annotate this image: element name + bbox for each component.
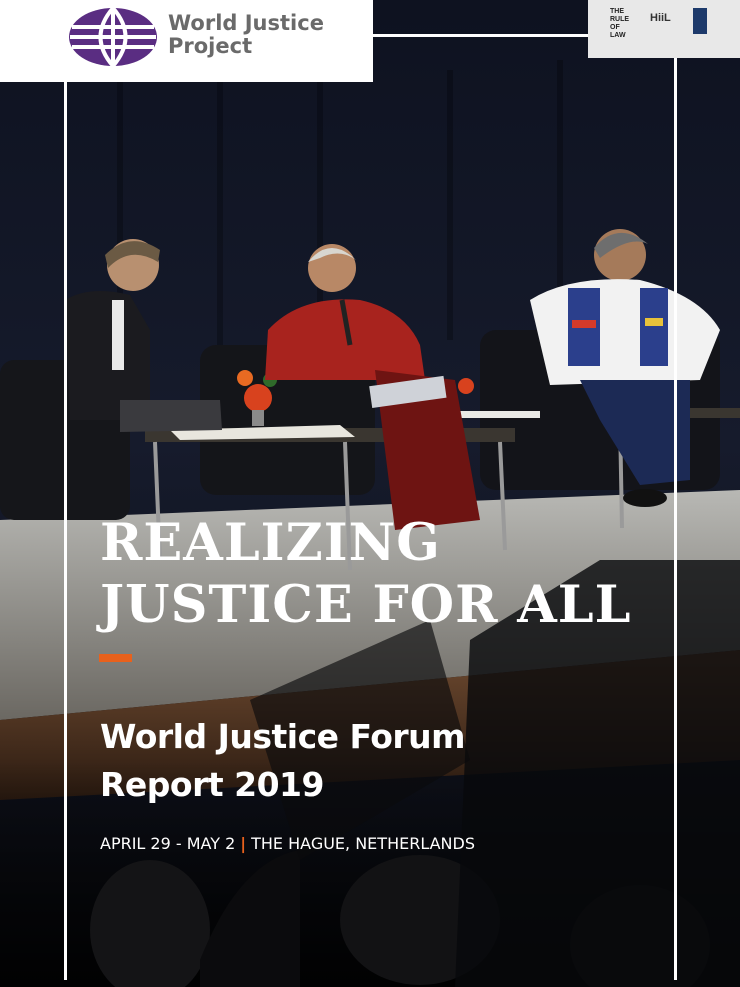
logo-box: World Justice Project	[0, 0, 373, 82]
report-subtitle: World Justice Forum Report 2019	[100, 713, 466, 809]
sponsor-text-1: THE RULE OF LAW	[610, 8, 630, 39]
logo-wordmark: World Justice Project	[168, 12, 324, 58]
dateline-separator: |	[240, 834, 247, 853]
headline: REALIZING JUSTICE FOR ALL	[100, 512, 632, 636]
subtitle-line-1: World Justice Forum	[100, 717, 466, 756]
sponsor-text-2: HiiL	[650, 12, 671, 24]
subtitle-line-2: Report 2019	[100, 765, 324, 804]
logo-line-1: World Justice	[168, 11, 324, 35]
logo-line-2: Project	[168, 34, 253, 58]
accent-bar	[99, 654, 132, 662]
sponsor-board: THE RULE OF LAW HiiL	[588, 0, 740, 58]
event-dates: APRIL 29 - MAY 2	[100, 834, 236, 853]
headline-line-1: REALIZING	[100, 513, 441, 573]
event-dateline: APRIL 29 - MAY 2 | THE HAGUE, NETHERLANDS	[100, 834, 475, 853]
event-location: THE HAGUE, NETHERLANDS	[251, 834, 475, 853]
sponsor-mark	[693, 8, 707, 34]
globe-icon	[69, 6, 157, 68]
headline-line-2: JUSTICE FOR ALL	[100, 575, 632, 635]
